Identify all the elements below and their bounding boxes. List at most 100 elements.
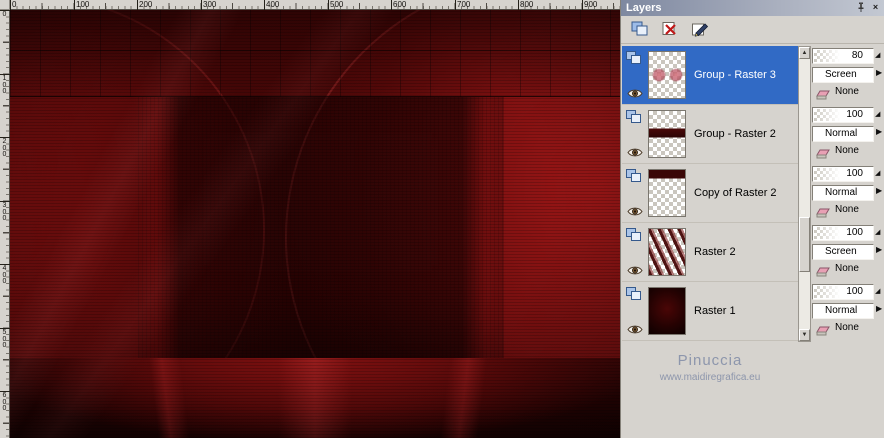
opacity-slider-handle-icon[interactable]: ◢ xyxy=(875,287,880,295)
layer-thumbnail[interactable] xyxy=(648,169,686,217)
link-set-button[interactable]: None xyxy=(814,321,882,336)
link-set-button[interactable]: None xyxy=(814,262,882,277)
ruler-mark-v: 200 xyxy=(0,137,10,158)
palette-titlebar[interactable]: Layers × xyxy=(621,0,884,16)
layer-properties-group: 100 ◢ Normal ▶ None xyxy=(812,282,884,339)
link-set-button[interactable]: None xyxy=(814,144,882,159)
delete-layer-button[interactable] xyxy=(657,18,683,42)
visibility-eye-icon[interactable] xyxy=(627,86,643,104)
blend-dropdown-arrow-icon[interactable]: ▶ xyxy=(876,186,882,195)
layer-thumbnail[interactable] xyxy=(648,110,686,158)
layer-name: Raster 1 xyxy=(694,305,736,317)
ruler-mark-h: 200 xyxy=(136,0,153,10)
layer-name: Group - Raster 3 xyxy=(694,69,776,81)
ruler-mark-h: 500 xyxy=(327,0,344,10)
blend-dropdown-arrow-icon[interactable]: ▶ xyxy=(876,304,882,313)
eraser-icon xyxy=(816,205,830,223)
blend-mode-select[interactable]: Normal xyxy=(812,185,874,201)
horizontal-ruler: 0 100 200 300 400 500 600 700 800 900 xyxy=(9,0,620,10)
layer-row-group-raster-3[interactable]: Group - Raster 3 xyxy=(622,46,798,105)
opacity-value: 100 xyxy=(846,109,863,120)
layer-properties-group: 80 ◢ Screen ▶ None xyxy=(812,46,884,103)
ruler-mark-h: 100 xyxy=(73,0,90,10)
new-layer-icon xyxy=(631,21,648,35)
layer-properties-group: 100 ◢ Normal ▶ None xyxy=(812,164,884,221)
delete-layer-icon xyxy=(662,21,676,35)
image-canvas[interactable] xyxy=(10,10,620,438)
layer-thumbnail[interactable] xyxy=(648,287,686,335)
opacity-field[interactable]: 100 xyxy=(812,225,874,241)
visibility-eye-icon[interactable] xyxy=(627,263,643,281)
ruler-mark-v: 600 xyxy=(0,391,10,412)
blend-dropdown-arrow-icon[interactable]: ▶ xyxy=(876,127,882,136)
visibility-eye-icon[interactable] xyxy=(627,145,643,163)
ruler-mark-v: 0 xyxy=(0,10,10,18)
layer-properties-group: 100 ◢ Normal ▶ None xyxy=(812,105,884,162)
opacity-slider-handle-icon[interactable]: ◢ xyxy=(875,110,880,118)
link-set-value: None xyxy=(835,145,859,156)
pin-icon[interactable] xyxy=(854,2,867,14)
scrollbar-thumb[interactable] xyxy=(799,217,810,272)
blend-mode-value: Screen xyxy=(825,246,857,257)
layer-thumbnail[interactable] xyxy=(648,228,686,276)
new-layer-button[interactable] xyxy=(627,18,653,42)
scroll-up-arrow-icon[interactable]: ▲ xyxy=(799,47,810,59)
link-set-value: None xyxy=(835,263,859,274)
palette-toolbar xyxy=(621,16,884,44)
ruler-mark-h: 600 xyxy=(390,0,407,10)
scroll-down-arrow-icon[interactable]: ▼ xyxy=(799,329,810,341)
layer-name: Group - Raster 2 xyxy=(694,128,776,140)
ruler-mark-h: 300 xyxy=(200,0,217,10)
ruler-mark-v: 300 xyxy=(0,201,10,222)
opacity-slider-handle-icon[interactable]: ◢ xyxy=(875,228,880,236)
opacity-slider-handle-icon[interactable]: ◢ xyxy=(875,51,880,59)
layer-thumbnail[interactable] xyxy=(648,51,686,99)
layers-palette: Layers × Group - Raster 3 Group - Raster… xyxy=(620,0,884,438)
blend-mode-value: Normal xyxy=(825,187,858,198)
ruler-mark-v: 400 xyxy=(0,264,10,285)
watermark-url: www.maidiregrafica.eu xyxy=(659,372,761,383)
blend-dropdown-arrow-icon[interactable]: ▶ xyxy=(876,245,882,254)
palette-title: Layers xyxy=(626,2,662,14)
ruler-mark-h: 700 xyxy=(454,0,471,10)
blend-mode-select[interactable]: Normal xyxy=(812,126,874,142)
link-set-value: None xyxy=(835,86,859,97)
visibility-eye-icon[interactable] xyxy=(627,322,643,340)
visibility-eye-icon[interactable] xyxy=(627,204,643,222)
canvas-artwork-scanlines xyxy=(10,10,620,438)
blend-mode-select[interactable]: Screen xyxy=(812,67,874,83)
blend-mode-value: Normal xyxy=(825,305,858,316)
ruler-mark-h: 900 xyxy=(581,0,598,10)
blend-dropdown-arrow-icon[interactable]: ▶ xyxy=(876,68,882,77)
opacity-slider-handle-icon[interactable]: ◢ xyxy=(875,169,880,177)
layer-row-raster-1[interactable]: Raster 1 xyxy=(622,282,798,341)
layer-row-raster-2[interactable]: Raster 2 xyxy=(622,223,798,282)
layer-properties-group: 100 ◢ Screen ▶ None xyxy=(812,223,884,280)
ruler-mark-h: 400 xyxy=(263,0,280,10)
ruler-mark-h: 0 xyxy=(9,0,17,10)
opacity-field[interactable]: 100 xyxy=(812,107,874,123)
edit-pen-icon xyxy=(692,22,709,37)
edit-layer-button[interactable] xyxy=(687,18,713,42)
opacity-value: 100 xyxy=(846,227,863,238)
blend-mode-select[interactable]: Screen xyxy=(812,244,874,260)
opacity-field[interactable]: 100 xyxy=(812,284,874,300)
link-set-button[interactable]: None xyxy=(814,85,882,100)
opacity-field[interactable]: 100 xyxy=(812,166,874,182)
blend-mode-value: Normal xyxy=(825,128,858,139)
eraser-icon xyxy=(816,87,830,105)
layer-name: Copy of Raster 2 xyxy=(694,187,777,199)
layer-group-icon xyxy=(626,110,641,128)
pin-glyph xyxy=(858,2,863,12)
ruler-corner xyxy=(0,0,10,10)
layer-list-scrollbar[interactable]: ▲ ▼ xyxy=(798,46,811,342)
opacity-field[interactable]: 80 xyxy=(812,48,874,64)
eraser-icon xyxy=(816,146,830,164)
blend-mode-select[interactable]: Normal xyxy=(812,303,874,319)
close-icon[interactable]: × xyxy=(869,2,882,14)
layer-row-copy-of-raster-2[interactable]: Copy of Raster 2 xyxy=(622,164,798,223)
link-set-button[interactable]: None xyxy=(814,203,882,218)
layer-row-group-raster-2[interactable]: Group - Raster 2 xyxy=(622,105,798,164)
layer-icon xyxy=(626,228,641,246)
eraser-icon xyxy=(816,323,830,341)
